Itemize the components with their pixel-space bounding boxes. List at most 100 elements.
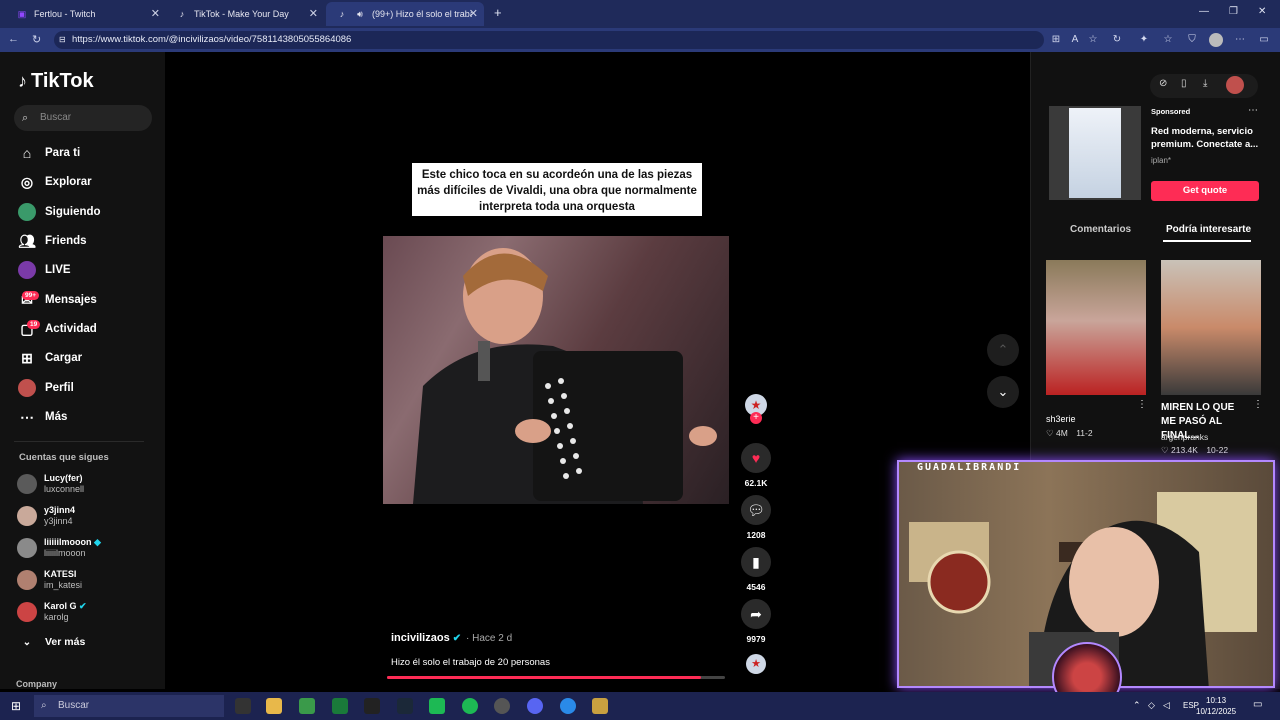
sidebar-item-para-ti[interactable]: ⌂ Para ti [18, 142, 80, 164]
heart-outline-icon: ♡ [1046, 428, 1054, 438]
minimize-icon[interactable]: — [1199, 6, 1209, 17]
edge-icon[interactable] [560, 698, 576, 714]
close-window-icon[interactable]: ✕ [1258, 6, 1266, 17]
video-author-link[interactable]: incivilizaos ✔ [391, 632, 461, 644]
creator-avatar-button[interactable]: ★ + [740, 394, 772, 424]
tab-video-active[interactable]: ♪ 🔊︎ (99+) Hizo él solo el trabajo d ✕ [326, 2, 484, 26]
like-count: 213.4K [1171, 445, 1198, 455]
profile-avatar-icon[interactable] [1226, 76, 1244, 94]
recommended-video-author[interactable]: argenpranks [1161, 432, 1208, 442]
activity-badge: 19 [27, 320, 41, 329]
comment-icon: 💬︎ [741, 495, 771, 525]
epic-games-icon[interactable] [364, 698, 380, 714]
recommended-video-author[interactable]: sh3erie [1046, 414, 1076, 424]
sidebar: ♪ TikTok ⌕ Buscar ⌂ Para ti ◎ Explorar S… [0, 52, 165, 689]
back-icon[interactable]: ← [8, 33, 19, 45]
download-icon[interactable]: ⤓ [1203, 78, 1207, 89]
recommended-video-thumbnail[interactable] [1046, 260, 1146, 395]
favorite-star-icon[interactable]: ☆ [1087, 34, 1099, 46]
search-input[interactable]: ⌕ Buscar [14, 105, 152, 131]
more-options-icon[interactable]: ⋮ [1137, 399, 1147, 410]
see-more-button[interactable]: ⌄ Ver más [18, 631, 86, 653]
following-account[interactable]: KATESI im_katesi [17, 567, 82, 593]
previous-video-button[interactable]: ⌃ [987, 334, 1019, 366]
app-icon[interactable] [429, 698, 445, 714]
maximize-icon[interactable]: ❐ [1229, 6, 1238, 17]
windows-start-icon[interactable]: ⊞ [11, 699, 21, 713]
sidebar-item-label: Perfil [45, 382, 74, 394]
next-video-button[interactable]: ⌄ [987, 376, 1019, 408]
new-tab-icon[interactable]: + [494, 5, 502, 20]
spotify-icon[interactable] [462, 698, 478, 714]
app-icon[interactable] [235, 698, 251, 714]
app-icon[interactable] [494, 698, 510, 714]
sidebar-item-siguiendo[interactable]: Siguiendo [18, 201, 101, 223]
sidebar-toggle-icon[interactable]: ▭ [1258, 34, 1270, 46]
profile-avatar-icon[interactable] [1209, 33, 1223, 47]
close-icon[interactable]: ✕ [469, 7, 478, 20]
discord-icon[interactable] [527, 698, 543, 714]
live-avatar-icon [18, 261, 36, 279]
music-disc-button[interactable]: ★ [740, 654, 772, 674]
sync-icon[interactable]: ↻ [1111, 34, 1123, 46]
apps-icon[interactable]: ⊞ [1050, 34, 1062, 46]
extensions-icon[interactable]: ✦ [1138, 34, 1150, 46]
translate-icon[interactable]: A [1069, 34, 1081, 46]
ad-thumbnail[interactable] [1049, 106, 1141, 200]
refresh-icon[interactable]: ↻ [32, 33, 41, 46]
sidebar-item-friends[interactable]: 👥︎ Friends [18, 230, 86, 252]
tiktok-logo[interactable]: ♪ TikTok [18, 70, 94, 93]
like-button[interactable]: ♥ 62.1K [740, 443, 772, 488]
notifications-icon[interactable]: ▭ [1253, 699, 1262, 710]
following-account[interactable]: Lucy(fer) luxconnell [17, 471, 84, 497]
xbox-icon[interactable] [332, 698, 348, 714]
file-explorer-icon[interactable] [266, 698, 282, 714]
network-icon[interactable]: ◇ [1148, 700, 1155, 711]
tray-chevron-icon[interactable]: ⌃ [1133, 700, 1141, 711]
following-account[interactable]: Karol G ✔ karolg [17, 599, 87, 625]
phone-icon[interactable]: ▯ [1181, 78, 1187, 89]
coin-icon[interactable]: ⊘ [1159, 78, 1167, 89]
app-icon[interactable] [299, 698, 315, 714]
app-icon[interactable] [592, 698, 608, 714]
tab-recommended[interactable]: Podría interesarte [1166, 224, 1251, 235]
close-icon[interactable]: ✕ [309, 7, 318, 20]
save-button[interactable]: ▮ 4546 [740, 547, 772, 592]
following-account[interactable]: y3jinn4 y3jinn4 [17, 503, 75, 529]
volume-icon[interactable]: ◁ [1163, 700, 1170, 711]
account-name: y3jinn4 [44, 505, 76, 515]
menu-dots-icon[interactable]: ⋯ [1234, 34, 1246, 46]
steam-icon[interactable] [397, 698, 413, 714]
sidebar-item-live[interactable]: LIVE [18, 259, 71, 281]
recommended-video-thumbnail[interactable] [1161, 260, 1261, 395]
comment-button[interactable]: 💬︎ 1208 [740, 495, 772, 540]
sidebar-item-cargar[interactable]: ⊞ Cargar [18, 347, 82, 369]
url-field[interactable]: ⊟ https://www.tiktok.com/@incivilizaos/v… [54, 31, 1044, 49]
follow-plus-icon[interactable]: + [750, 412, 762, 424]
video-player[interactable] [383, 236, 729, 504]
video-progress-bar[interactable] [387, 676, 725, 679]
favorites-icon[interactable]: ☆ [1162, 34, 1174, 46]
sidebar-item-mas[interactable]: ⋯ Más [18, 406, 67, 428]
taskbar-search[interactable]: ⌕ Buscar [34, 695, 224, 717]
account-name: liiiiilmooon [44, 537, 92, 547]
more-options-icon[interactable]: ⋮ [1253, 399, 1263, 410]
tab-comments[interactable]: Comentarios [1070, 224, 1131, 235]
post-date: 11-2 [1076, 428, 1093, 438]
share-button[interactable]: ➦ 9979 [740, 599, 772, 644]
sidebar-item-perfil[interactable]: Perfil [18, 377, 74, 399]
sidebar-item-explorar[interactable]: ◎ Explorar [18, 171, 92, 193]
ad-more-icon[interactable]: ⋯ [1248, 105, 1258, 116]
following-account[interactable]: liiiiilmooon ◆ liiiiilmooon [17, 535, 101, 561]
speaker-icon[interactable]: 🔊︎ [354, 8, 366, 20]
get-quote-button[interactable]: Get quote [1151, 181, 1259, 201]
account-name: KATESI [44, 569, 77, 579]
close-icon[interactable]: ✕ [151, 7, 160, 20]
system-clock[interactable]: 10:13 10/12/2025 [1196, 695, 1236, 717]
tab-twitch[interactable]: ▣ Fertlou - Twitch ✕ [6, 2, 166, 26]
url-text: https://www.tiktok.com/@incivilizaos/vid… [72, 34, 352, 45]
tab-tiktok[interactable]: ♪ TikTok - Make Your Day ✕ [166, 2, 324, 26]
company-link[interactable]: Company [16, 679, 57, 689]
shield-icon[interactable]: ⛉ [1186, 34, 1198, 46]
site-info-icon[interactable]: ⊟ [59, 31, 66, 49]
